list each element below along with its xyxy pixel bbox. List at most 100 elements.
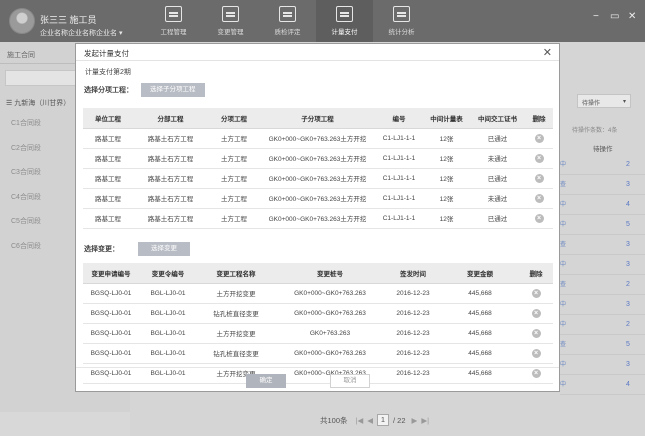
select-sub-items-button[interactable]: 选择子分项工程 [141,83,205,97]
minimize-icon[interactable]: − [593,11,599,22]
row-count-link[interactable]: 3 [626,235,630,255]
table-cell: 445,668 [441,303,519,324]
delete-icon[interactable]: × [534,193,544,203]
user-name: 张三三 施工员 [40,15,97,25]
table-row: 路基工程 路基土石方工程 土方工程 GK0+000~GK0+763.263土方开挖 C1… [83,168,553,189]
table-cell: 445,668 [441,283,519,304]
nav-icon [165,6,182,22]
avatar[interactable] [9,8,35,34]
table-cell: GK0+000~GK0+763.263土方开挖 [260,168,375,189]
table-cell: 路基工程 [83,208,133,229]
page-input[interactable]: 1 [377,414,390,426]
org-selector[interactable]: 企业名称企业名称企业名 ▾ [40,28,122,38]
row-count-link[interactable]: 4 [626,375,630,395]
column-header: 单位工程 [83,108,133,129]
confirm-button[interactable]: 确定 [246,374,286,388]
table-cell: C1-LJ1-1-1 [375,168,423,189]
restore-icon[interactable]: ▭ [610,11,619,22]
delete-icon[interactable]: × [534,153,544,163]
row-status: 中 [560,222,567,228]
column-header: 子分项工程 [260,108,375,129]
metering-payment-dialog: 发起计量支付 ✕ 计量支付第2期 选择分项工程： 选择子分项工程 单位工程 分部工… [75,43,560,392]
row-status: 查 [560,282,567,288]
cancel-button[interactable]: 取消 [330,374,370,388]
pagination: 共100条 |◀ ◀ 1 / 22 ▶ ▶| [320,414,429,426]
row-count-link[interactable]: 3 [626,355,630,375]
close-window-icon[interactable]: ✕ [628,11,636,22]
prev-page-icon[interactable]: ◀ [367,416,373,425]
delete-icon[interactable]: × [531,328,541,338]
row-status: 查 [560,182,567,188]
column-header: 变更工程名称 [197,263,275,284]
nav-label: 变更管理 [217,29,244,36]
background-row: 查3 [560,175,645,195]
row-count-link[interactable]: 2 [626,155,630,175]
column-header: 变更申请编号 [83,263,139,284]
table-cell: 未通过 [470,188,525,209]
row-count-link[interactable]: 3 [626,255,630,275]
nav-item[interactable]: 变更管理 [202,0,259,42]
delete-icon[interactable]: × [531,308,541,318]
select-items-row: 选择分项工程： 选择子分项工程 [84,83,205,97]
delete-icon[interactable]: × [534,213,544,223]
table-cell: 2016-12-23 [385,343,441,364]
changes-table: 变更申请编号 变更令编号 变更工程名称 变更桩号 签发时间 变更金额 删除 BGSQ-LJ0… [83,263,553,384]
row-status: 中 [560,362,567,368]
column-header: 删除 [525,108,553,129]
table-cell: BGSQ-LJ0-01 [83,283,139,304]
delete-icon[interactable]: × [531,288,541,298]
table-cell: 土方工程 [208,148,260,169]
top-header: 张三三 施工员 企业名称企业名称企业名 ▾ 工程管理 变更管理 质检评定 计量支付 统计… [0,0,645,42]
delete-icon[interactable]: × [531,348,541,358]
table-cell: BGL-LJ0-01 [139,323,197,344]
row-count-link[interactable]: 3 [626,175,630,195]
nav-item[interactable]: 质检评定 [259,0,316,42]
op-select[interactable]: 待操作 ▾ [577,94,631,108]
column-header: 变更金额 [441,263,519,284]
row-count-link[interactable]: 2 [626,275,630,295]
period-label: 计量支付第2期 [85,69,131,76]
delete-icon[interactable]: × [534,173,544,183]
table-cell: 2016-12-23 [385,283,441,304]
chevron-down-icon: ▾ [118,30,123,37]
nav-label: 质检评定 [274,29,301,36]
close-icon[interactable]: ✕ [543,46,552,59]
row-count-link[interactable]: 2 [626,315,630,335]
delete-icon[interactable]: × [534,133,544,143]
first-page-icon[interactable]: |◀ [356,416,364,425]
table-cell: 12张 [423,128,470,149]
nav-item[interactable]: 统计分析 [373,0,430,42]
delete-cell: × [519,323,553,344]
row-count-link[interactable]: 5 [626,335,630,355]
table-cell: C1-LJ1-1-1 [375,148,423,169]
column-header: 变更令编号 [139,263,197,284]
table-cell: 路基工程 [83,148,133,169]
table-cell: 路基工程 [83,188,133,209]
table-cell: BGSQ-LJ0-01 [83,303,139,324]
table-cell: 路基土石方工程 [133,188,208,209]
row-count-link[interactable]: 4 [626,195,630,215]
row-status: 中 [560,322,567,328]
nav-item[interactable]: 计量支付 [316,0,373,42]
org-name: 企业名称企业名称企业名 [40,30,117,37]
table-cell: 12张 [423,168,470,189]
column-header: 签发时间 [385,263,441,284]
table-cell: C1-LJ1-1-1 [375,208,423,229]
nav-item[interactable]: 工程管理 [145,0,202,42]
select-change-button[interactable]: 选择变更 [138,242,190,256]
nav-label: 工程管理 [160,29,187,36]
last-page-icon[interactable]: ▶| [421,416,429,425]
row-count-link[interactable]: 5 [626,215,630,235]
pending-count: 待操作条数：4条 [572,128,618,134]
table-cell: 未通过 [470,148,525,169]
next-page-icon[interactable]: ▶ [412,416,418,425]
nav-label: 统计分析 [388,29,415,36]
delete-cell: × [519,343,553,364]
row-count-link[interactable]: 3 [626,295,630,315]
column-header: 编号 [375,108,423,129]
column-header: 删除 [519,263,553,284]
table-cell: 已通过 [470,128,525,149]
background-row: 中4 [560,195,645,215]
table-cell: GK0+000~GK0+763.263土方开挖 [260,208,375,229]
row-status: 查 [560,242,567,248]
